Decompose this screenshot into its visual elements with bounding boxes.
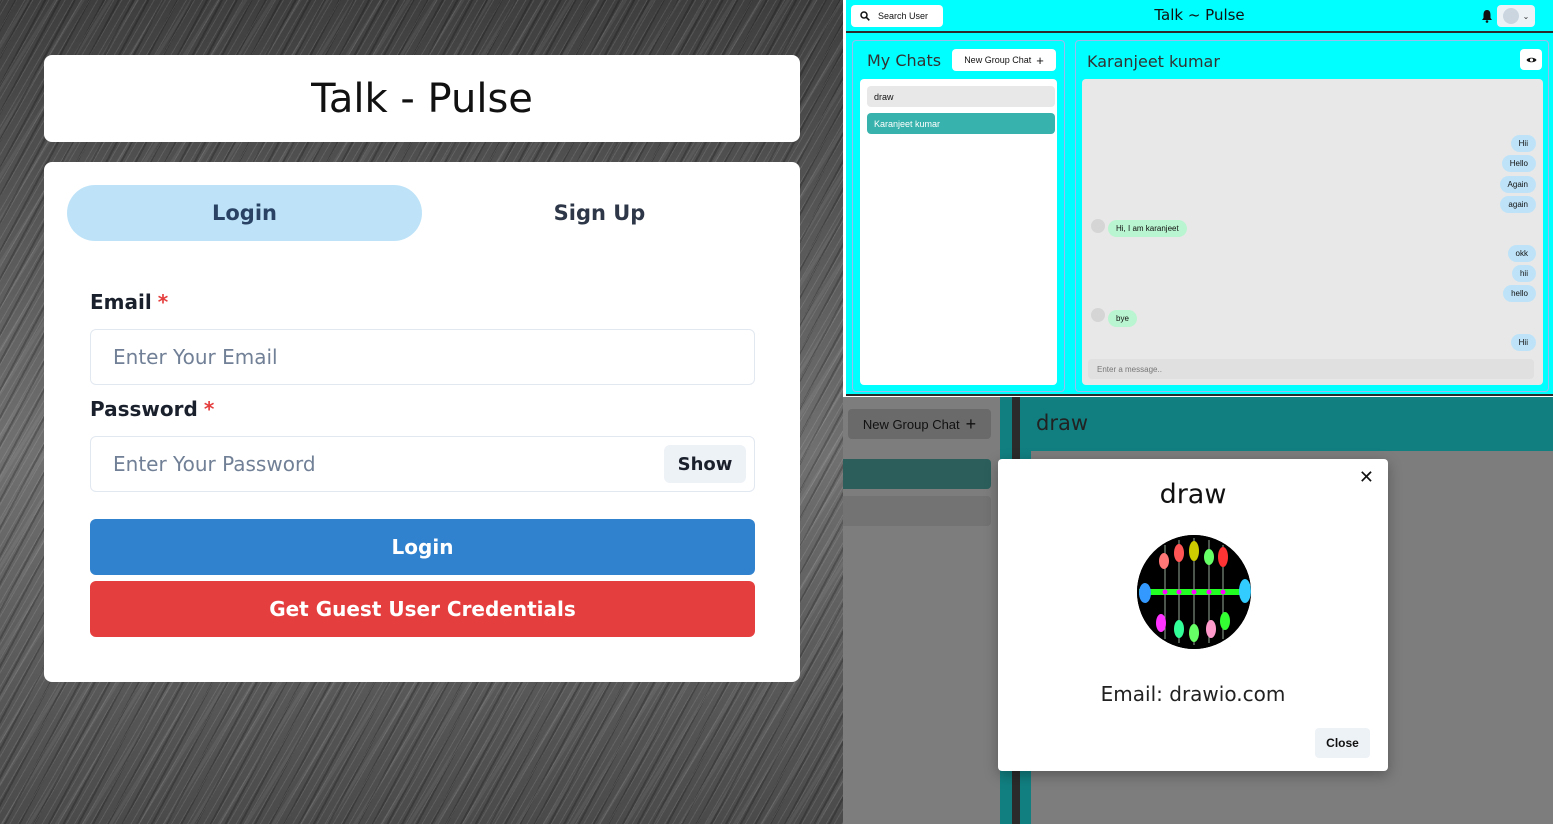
chevron-down-icon: ⌄ <box>1522 11 1530 21</box>
guest-credentials-button[interactable]: Get Guest User Credentials <box>90 581 755 637</box>
auth-tabs: Login Sign Up <box>67 185 777 241</box>
password-input[interactable] <box>113 452 754 476</box>
page-title: Talk - Pulse <box>311 75 533 122</box>
message-bubble: Hi, I am karanjeet <box>1108 220 1187 237</box>
group-chat-title: draw <box>1036 411 1089 435</box>
avatar <box>1502 8 1519 24</box>
email-input[interactable] <box>113 345 754 369</box>
email-field-wrapper <box>90 329 755 385</box>
group-view: New Group Chat + draw draw ✕ Email: draw… <box>843 397 1553 824</box>
message-bubble: hii <box>1511 265 1536 282</box>
profile-modal: draw ✕ Email: drawio.com Close <box>998 459 1388 771</box>
group-sidebar: New Group Chat + <box>843 397 1010 824</box>
message-bubble: hello <box>1503 285 1536 302</box>
title-card: Talk - Pulse <box>44 55 800 142</box>
chat-list-item[interactable]: draw <box>867 86 1055 107</box>
messages-area: Hii Hello Again again Hi, I am karanjeet… <box>1082 79 1543 385</box>
chat-list: draw Karanjeet kumar <box>860 79 1057 385</box>
message-bubble: Hii <box>1510 135 1536 152</box>
chat-list-item[interactable] <box>843 496 991 526</box>
required-mark: * <box>157 290 169 314</box>
chat-screenshots: Search User Talk ~ Pulse ⌄ My Chats New … <box>843 0 1553 824</box>
login-button[interactable]: Login <box>90 519 755 575</box>
email-label-text: Email <box>90 290 152 314</box>
top-bar: Search User Talk ~ Pulse ⌄ <box>846 0 1553 33</box>
diagram-thumbnail-icon <box>1137 535 1251 649</box>
show-password-button[interactable]: Show <box>664 445 746 483</box>
tab-login[interactable]: Login <box>67 185 422 241</box>
message-bubble: okk <box>1507 245 1536 262</box>
password-label: Password * <box>90 397 214 421</box>
chat-title: Karanjeet kumar <box>1087 52 1220 71</box>
chat-list-item[interactable]: Karanjeet kumar <box>867 113 1055 134</box>
new-group-chat-label: New Group Chat <box>862 416 960 432</box>
sender-avatar <box>1091 219 1105 233</box>
modal-email: Email: drawio.com <box>1100 682 1286 706</box>
my-chats-panel: My Chats New Group Chat + draw Karanjeet… <box>852 40 1065 392</box>
sender-avatar <box>1091 308 1105 322</box>
my-chats-title: My Chats <box>867 51 942 70</box>
eye-icon <box>1526 57 1536 62</box>
message-bubble: bye <box>1108 310 1137 327</box>
bell-icon[interactable] <box>1481 9 1493 23</box>
message-bubble: Hello <box>1501 155 1536 172</box>
new-group-chat-button[interactable]: New Group Chat + <box>848 409 991 439</box>
password-field-wrapper: Show <box>90 436 755 492</box>
message-bubble: Hii <box>1510 334 1536 351</box>
chat-box: Karanjeet kumar Hii Hello Again again Hi… <box>1075 40 1549 392</box>
app-title: Talk ~ Pulse <box>1154 6 1245 24</box>
view-profile-button[interactable] <box>1520 49 1542 70</box>
chat-list-item[interactable] <box>843 459 991 489</box>
login-page: Talk - Pulse Login Sign Up Email* Passwo… <box>0 0 843 824</box>
auth-card: Login Sign Up Email* Password* Show Logi… <box>44 162 800 682</box>
new-group-chat-label: New Group Chat <box>964 55 1032 65</box>
profile-menu-button[interactable]: ⌄ <box>1497 5 1535 27</box>
message-bubble: Again <box>1499 176 1536 193</box>
close-button[interactable]: Close <box>1315 728 1370 758</box>
new-group-chat-button[interactable]: New Group Chat + <box>952 49 1056 71</box>
plus-icon: + <box>965 413 977 434</box>
tab-signup[interactable]: Sign Up <box>422 185 777 241</box>
message-bubble: again <box>1500 196 1536 213</box>
plus-icon: + <box>1036 52 1044 68</box>
message-input[interactable] <box>1088 359 1534 379</box>
chat-app: Search User Talk ~ Pulse ⌄ My Chats New … <box>846 0 1553 396</box>
profile-picture <box>1137 535 1251 649</box>
modal-title: draw <box>1159 479 1227 510</box>
close-icon[interactable]: ✕ <box>1359 467 1374 488</box>
password-label-text: Password <box>90 397 198 421</box>
email-label: Email * <box>90 290 168 314</box>
required-mark: * <box>203 397 215 421</box>
